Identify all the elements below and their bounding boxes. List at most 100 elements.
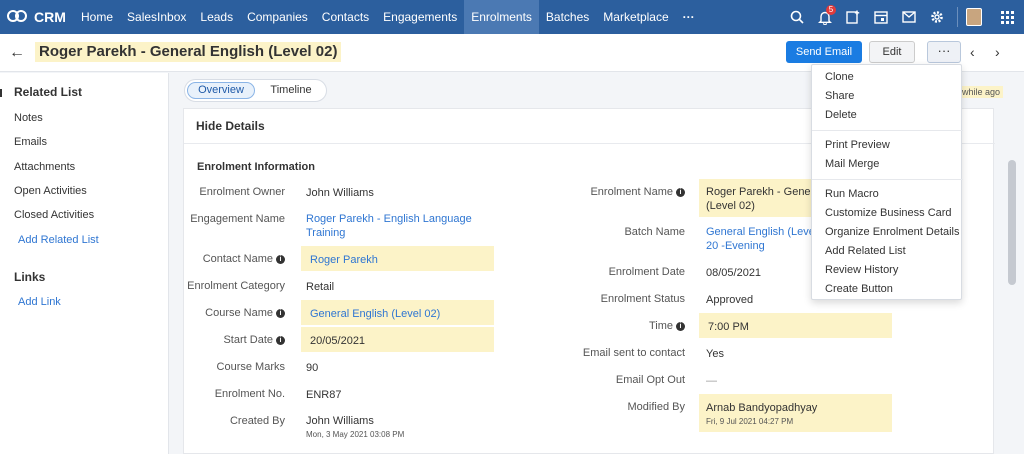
menu-item-mail-merge[interactable]: Mail Merge bbox=[825, 158, 879, 170]
sidebar-item-open-activities[interactable]: Open Activities bbox=[14, 185, 87, 197]
course-name-label-text: Course Name bbox=[205, 307, 273, 319]
edit-button[interactable]: Edit bbox=[869, 41, 915, 63]
hide-details-toggle[interactable]: Hide Details bbox=[196, 119, 265, 133]
menu-item-share[interactable]: Share bbox=[825, 90, 854, 102]
info-icon: i bbox=[276, 309, 285, 318]
tab-overview[interactable]: Overview bbox=[187, 82, 255, 99]
course-name-label: Course Name i bbox=[205, 307, 285, 319]
enrolment-name-value: Roger Parekh - General (Level 02) bbox=[699, 179, 812, 217]
engagement-name-line2: Training bbox=[306, 227, 346, 239]
info-icon: i bbox=[676, 322, 685, 331]
calendar-icon[interactable] bbox=[867, 0, 895, 34]
nav-home[interactable]: Home bbox=[74, 0, 120, 34]
time-value: 7:00 PM bbox=[699, 313, 892, 338]
crm-logo-icon bbox=[7, 10, 29, 24]
tab-timeline[interactable]: Timeline bbox=[263, 82, 319, 99]
time-label-text: Time bbox=[648, 320, 673, 332]
add-link-link[interactable]: Add Link bbox=[18, 296, 61, 308]
nav-enrolments[interactable]: Enrolments bbox=[464, 0, 539, 34]
nav-more-button[interactable]: ··· bbox=[676, 0, 702, 34]
enrolment-owner-value: John Williams bbox=[306, 187, 374, 199]
page-scrollbar-thumb[interactable] bbox=[1008, 160, 1016, 285]
enrolment-date-value: 08/05/2021 bbox=[706, 267, 762, 279]
menu-item-delete[interactable]: Delete bbox=[825, 109, 857, 121]
menu-item-run-macro[interactable]: Run Macro bbox=[825, 188, 879, 200]
created-by-name: John Williams bbox=[306, 415, 374, 427]
menu-item-review-history[interactable]: Review History bbox=[825, 264, 898, 276]
menu-item-organize-enrolment-details[interactable]: Organize Enrolment Details bbox=[825, 226, 960, 238]
sidebar-item-closed-activities[interactable]: Closed Activities bbox=[14, 209, 94, 221]
created-by-timestamp: Mon, 3 May 2021 03:08 PM bbox=[306, 430, 405, 439]
info-icon: i bbox=[276, 255, 285, 264]
nav-contacts[interactable]: Contacts bbox=[315, 0, 376, 34]
crm-logo-text: CRM bbox=[34, 9, 66, 25]
nav-leads[interactable]: Leads bbox=[193, 0, 240, 34]
engagement-name-line1: Roger Parekh - English Language bbox=[306, 213, 472, 225]
notification-count-badge: 5 bbox=[826, 5, 836, 15]
course-marks-value: 90 bbox=[306, 362, 319, 374]
contact-name-label: Contact Name i bbox=[203, 253, 285, 265]
nav-salesinbox[interactable]: SalesInbox bbox=[120, 0, 193, 34]
nav-batches[interactable]: Batches bbox=[539, 0, 596, 34]
nav-divider bbox=[957, 7, 958, 27]
engagement-name-link[interactable]: Roger Parekh - English Language Training bbox=[306, 212, 472, 240]
enrolment-name-label: Enrolment Name i bbox=[590, 186, 685, 198]
enrolment-category-value: Retail bbox=[306, 281, 335, 293]
contact-name-link[interactable]: Roger Parekh bbox=[301, 246, 494, 271]
created-by-value: John Williams Mon, 3 May 2021 03:08 PM bbox=[306, 414, 404, 442]
crm-logo[interactable]: CRM bbox=[0, 0, 74, 34]
settings-gear-icon[interactable] bbox=[923, 0, 951, 34]
more-actions-menu: Clone Share Delete Print Preview Mail Me… bbox=[811, 64, 963, 300]
enrolment-date-label: Enrolment Date bbox=[608, 266, 685, 278]
user-avatar[interactable] bbox=[966, 8, 982, 26]
nav-engagements[interactable]: Engagements bbox=[376, 0, 464, 34]
email-opt-out-value: — bbox=[706, 375, 717, 387]
menu-item-add-related-list[interactable]: Add Related List bbox=[825, 245, 906, 257]
section-title: Enrolment Information bbox=[197, 161, 315, 173]
menu-item-customize-business-card[interactable]: Customize Business Card bbox=[825, 207, 952, 219]
mail-icon[interactable] bbox=[895, 0, 923, 34]
notification-bell-icon[interactable]: 5 bbox=[811, 0, 839, 34]
modified-by-label: Modified By bbox=[627, 401, 685, 413]
batch-name-line1: General English (Level 0 bbox=[706, 226, 812, 238]
nav-companies[interactable]: Companies bbox=[240, 0, 315, 34]
batch-name-line2: 20 -Evening bbox=[706, 240, 765, 252]
view-tabs: Overview Timeline bbox=[184, 79, 327, 102]
add-related-list-link[interactable]: Add Related List bbox=[18, 234, 99, 246]
course-name-link[interactable]: General English (Level 02) bbox=[301, 300, 494, 325]
menu-item-print-preview[interactable]: Print Preview bbox=[825, 139, 890, 151]
links-heading: Links bbox=[14, 270, 46, 284]
email-sent-value: Yes bbox=[706, 348, 724, 360]
next-record-icon[interactable]: › bbox=[995, 44, 1000, 60]
collapse-sidebar-icon[interactable] bbox=[0, 89, 3, 97]
enrolment-name-line1: Roger Parekh - General bbox=[706, 186, 812, 198]
email-opt-out-label: Email Opt Out bbox=[615, 374, 685, 386]
search-icon[interactable] bbox=[783, 0, 811, 34]
more-actions-button[interactable]: ··· bbox=[927, 41, 961, 63]
previous-record-icon[interactable]: ‹ bbox=[970, 44, 975, 60]
nav-marketplace[interactable]: Marketplace bbox=[596, 0, 675, 34]
send-email-button[interactable]: Send Email bbox=[786, 41, 862, 63]
enrolment-no-label: Enrolment No. bbox=[214, 388, 285, 400]
time-label: Time i bbox=[649, 320, 685, 332]
add-activity-icon[interactable] bbox=[839, 0, 867, 34]
enrolment-name-line2: (Level 02) bbox=[706, 200, 755, 212]
last-updated-text: while ago bbox=[959, 86, 1004, 98]
back-arrow-icon[interactable]: ← bbox=[9, 44, 25, 62]
apps-grid-icon[interactable] bbox=[990, 0, 1024, 34]
menu-divider bbox=[812, 179, 963, 180]
email-sent-label: Email sent to contact bbox=[582, 347, 685, 359]
engagement-name-label: Engagement Name bbox=[190, 213, 285, 225]
batch-name-link[interactable]: General English (Level 0 20 -Evening bbox=[706, 225, 812, 253]
menu-divider bbox=[812, 130, 963, 131]
sidebar-item-emails[interactable]: Emails bbox=[14, 136, 47, 148]
modified-by-name: Arnab Bandyopadhyay bbox=[706, 402, 818, 414]
sidebar-item-notes[interactable]: Notes bbox=[14, 112, 43, 124]
menu-item-clone[interactable]: Clone bbox=[825, 71, 854, 83]
sidebar-item-attachments[interactable]: Attachments bbox=[14, 161, 75, 173]
info-icon: i bbox=[276, 336, 285, 345]
nav-right-tools: 5 bbox=[783, 0, 1024, 34]
top-navbar: CRM Home SalesInbox Leads Companies Cont… bbox=[0, 0, 1024, 34]
menu-item-create-button[interactable]: Create Button bbox=[825, 283, 893, 295]
contact-name-label-text: Contact Name bbox=[202, 253, 273, 265]
